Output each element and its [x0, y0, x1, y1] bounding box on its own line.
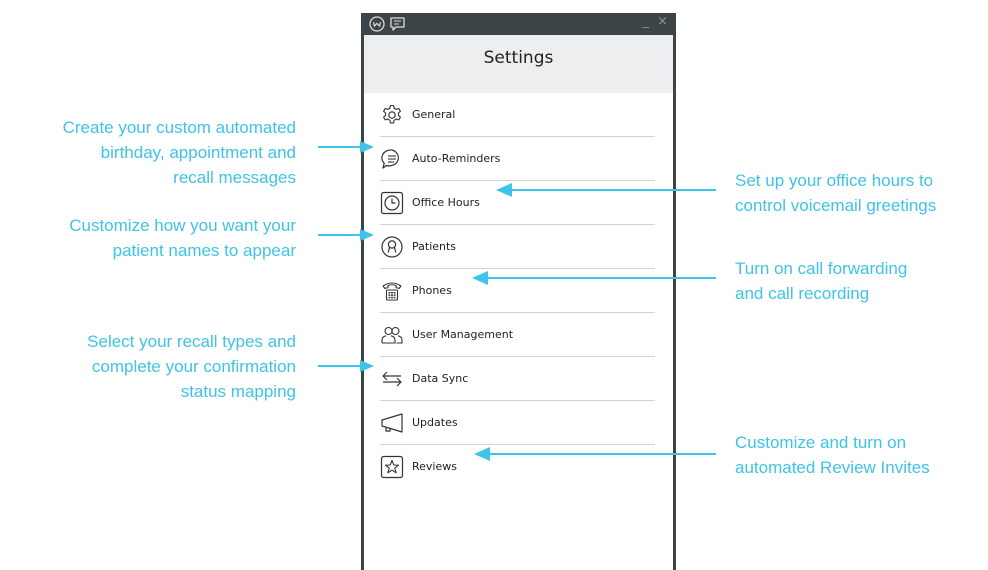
- menu-item-label: Phones: [412, 284, 452, 297]
- menu-item-label: General: [412, 108, 456, 121]
- settings-header: Settings: [364, 35, 673, 93]
- menu-item-updates[interactable]: Updates: [380, 401, 655, 445]
- annotation-office-hours: Set up your office hours to control voic…: [735, 171, 937, 215]
- menu-item-data-sync[interactable]: Data Sync: [380, 357, 655, 401]
- star-icon: [380, 455, 404, 479]
- menu-item-general[interactable]: General: [380, 93, 655, 137]
- menu-item-label: Patients: [412, 240, 457, 253]
- menu-item-label: Office Hours: [412, 196, 480, 209]
- window-controls[interactable]: _ ×: [642, 14, 670, 29]
- menu-item-label: User Management: [412, 328, 514, 341]
- menu-item-label: Auto-Reminders: [412, 152, 501, 165]
- menu-item-auto-reminders[interactable]: Auto-Reminders: [380, 137, 655, 181]
- menu-item-label: Data Sync: [412, 372, 469, 385]
- settings-menu: General Auto-Reminders Office Hours Pati…: [364, 93, 673, 570]
- message-icon: [380, 147, 404, 171]
- chat-icon[interactable]: [389, 16, 405, 32]
- annotation-reviews: Customize and turn on automated Review I…: [735, 433, 930, 477]
- menu-item-label: Reviews: [412, 460, 457, 473]
- annotation-data-sync: Select your recall types and complete yo…: [87, 332, 296, 401]
- annotation-auto-reminders: Create your custom automated birthday, a…: [62, 118, 296, 187]
- phone-icon: [380, 279, 404, 303]
- annotation-phones: Turn on call forwarding and call recordi…: [735, 259, 908, 303]
- clock-icon: [380, 191, 404, 215]
- megaphone-icon: [380, 411, 404, 435]
- app-logo-icon[interactable]: [369, 16, 385, 32]
- menu-item-patients[interactable]: Patients: [380, 225, 655, 269]
- users-icon: [380, 323, 404, 347]
- menu-item-user-management[interactable]: User Management: [380, 313, 655, 357]
- gear-icon: [380, 103, 404, 127]
- sync-arrows-icon: [380, 367, 404, 391]
- settings-window: _ × Settings General Auto-Reminders Offi…: [361, 13, 676, 570]
- annotation-patients: Customize how you want your patient name…: [69, 216, 296, 260]
- menu-item-office-hours[interactable]: Office Hours: [380, 181, 655, 225]
- patient-icon: [380, 235, 404, 259]
- menu-item-phones[interactable]: Phones: [380, 269, 655, 313]
- title-bar: _ ×: [361, 13, 676, 35]
- menu-item-label: Updates: [412, 416, 458, 429]
- menu-item-reviews[interactable]: Reviews: [380, 445, 655, 489]
- page-title: Settings: [483, 48, 554, 68]
